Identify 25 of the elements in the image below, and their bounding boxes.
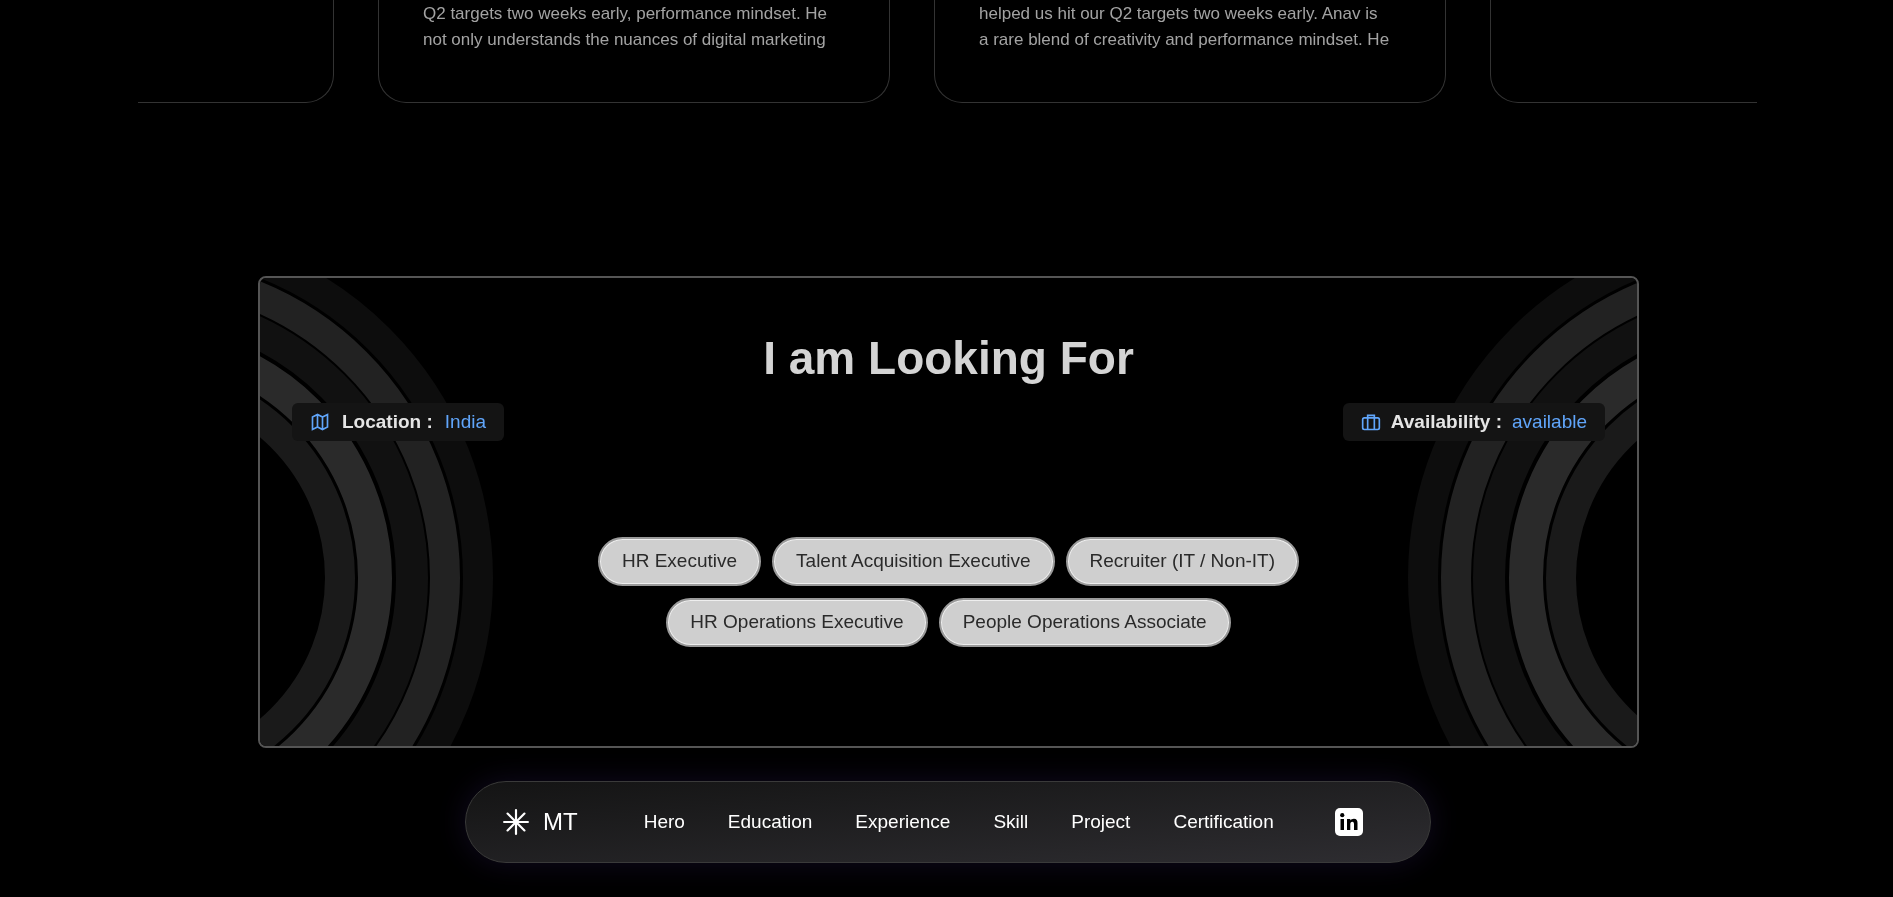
nav-link[interactable]: Certification xyxy=(1173,807,1274,837)
nav-link[interactable]: Skill xyxy=(993,807,1029,837)
testimonial-text: helped us hit our Q2 targets two weeks early. Anav is xyxy=(979,3,1379,25)
location-value: India xyxy=(444,409,486,434)
nav-link[interactable]: Hero xyxy=(643,807,685,837)
logo-text: MT xyxy=(543,807,578,837)
nav-link[interactable]: Experience xyxy=(855,807,951,837)
linkedin-icon[interactable] xyxy=(1335,808,1363,836)
asterisk-icon xyxy=(503,809,529,835)
location-label: Location : xyxy=(342,409,433,434)
map-icon xyxy=(310,412,330,432)
role-chip: HR Executive xyxy=(597,537,762,586)
role-chip: Talent Acquisition Executive xyxy=(772,537,1055,586)
briefcase-icon xyxy=(1360,412,1381,432)
testimonial-text: Q2 targets two weeks early, performance mindset. He xyxy=(423,3,829,25)
testimonial-text: not only understands the nuances of digital marketing xyxy=(423,29,827,51)
section-title: I am Looking For xyxy=(763,331,1134,386)
role-chip: Recruiter (IT / Non-IT) xyxy=(1065,537,1299,586)
nav-link[interactable]: Project xyxy=(1071,807,1131,837)
role-chip: People Operations Associate xyxy=(938,598,1231,647)
testimonial-text: a rare blend of creativity and performance mindset. He xyxy=(979,29,1391,51)
nav-link[interactable]: Education xyxy=(727,807,813,837)
availability-label: Availability : xyxy=(1390,409,1502,434)
availability-value: available xyxy=(1512,409,1587,434)
role-chip: HR Operations Executive xyxy=(666,598,928,647)
